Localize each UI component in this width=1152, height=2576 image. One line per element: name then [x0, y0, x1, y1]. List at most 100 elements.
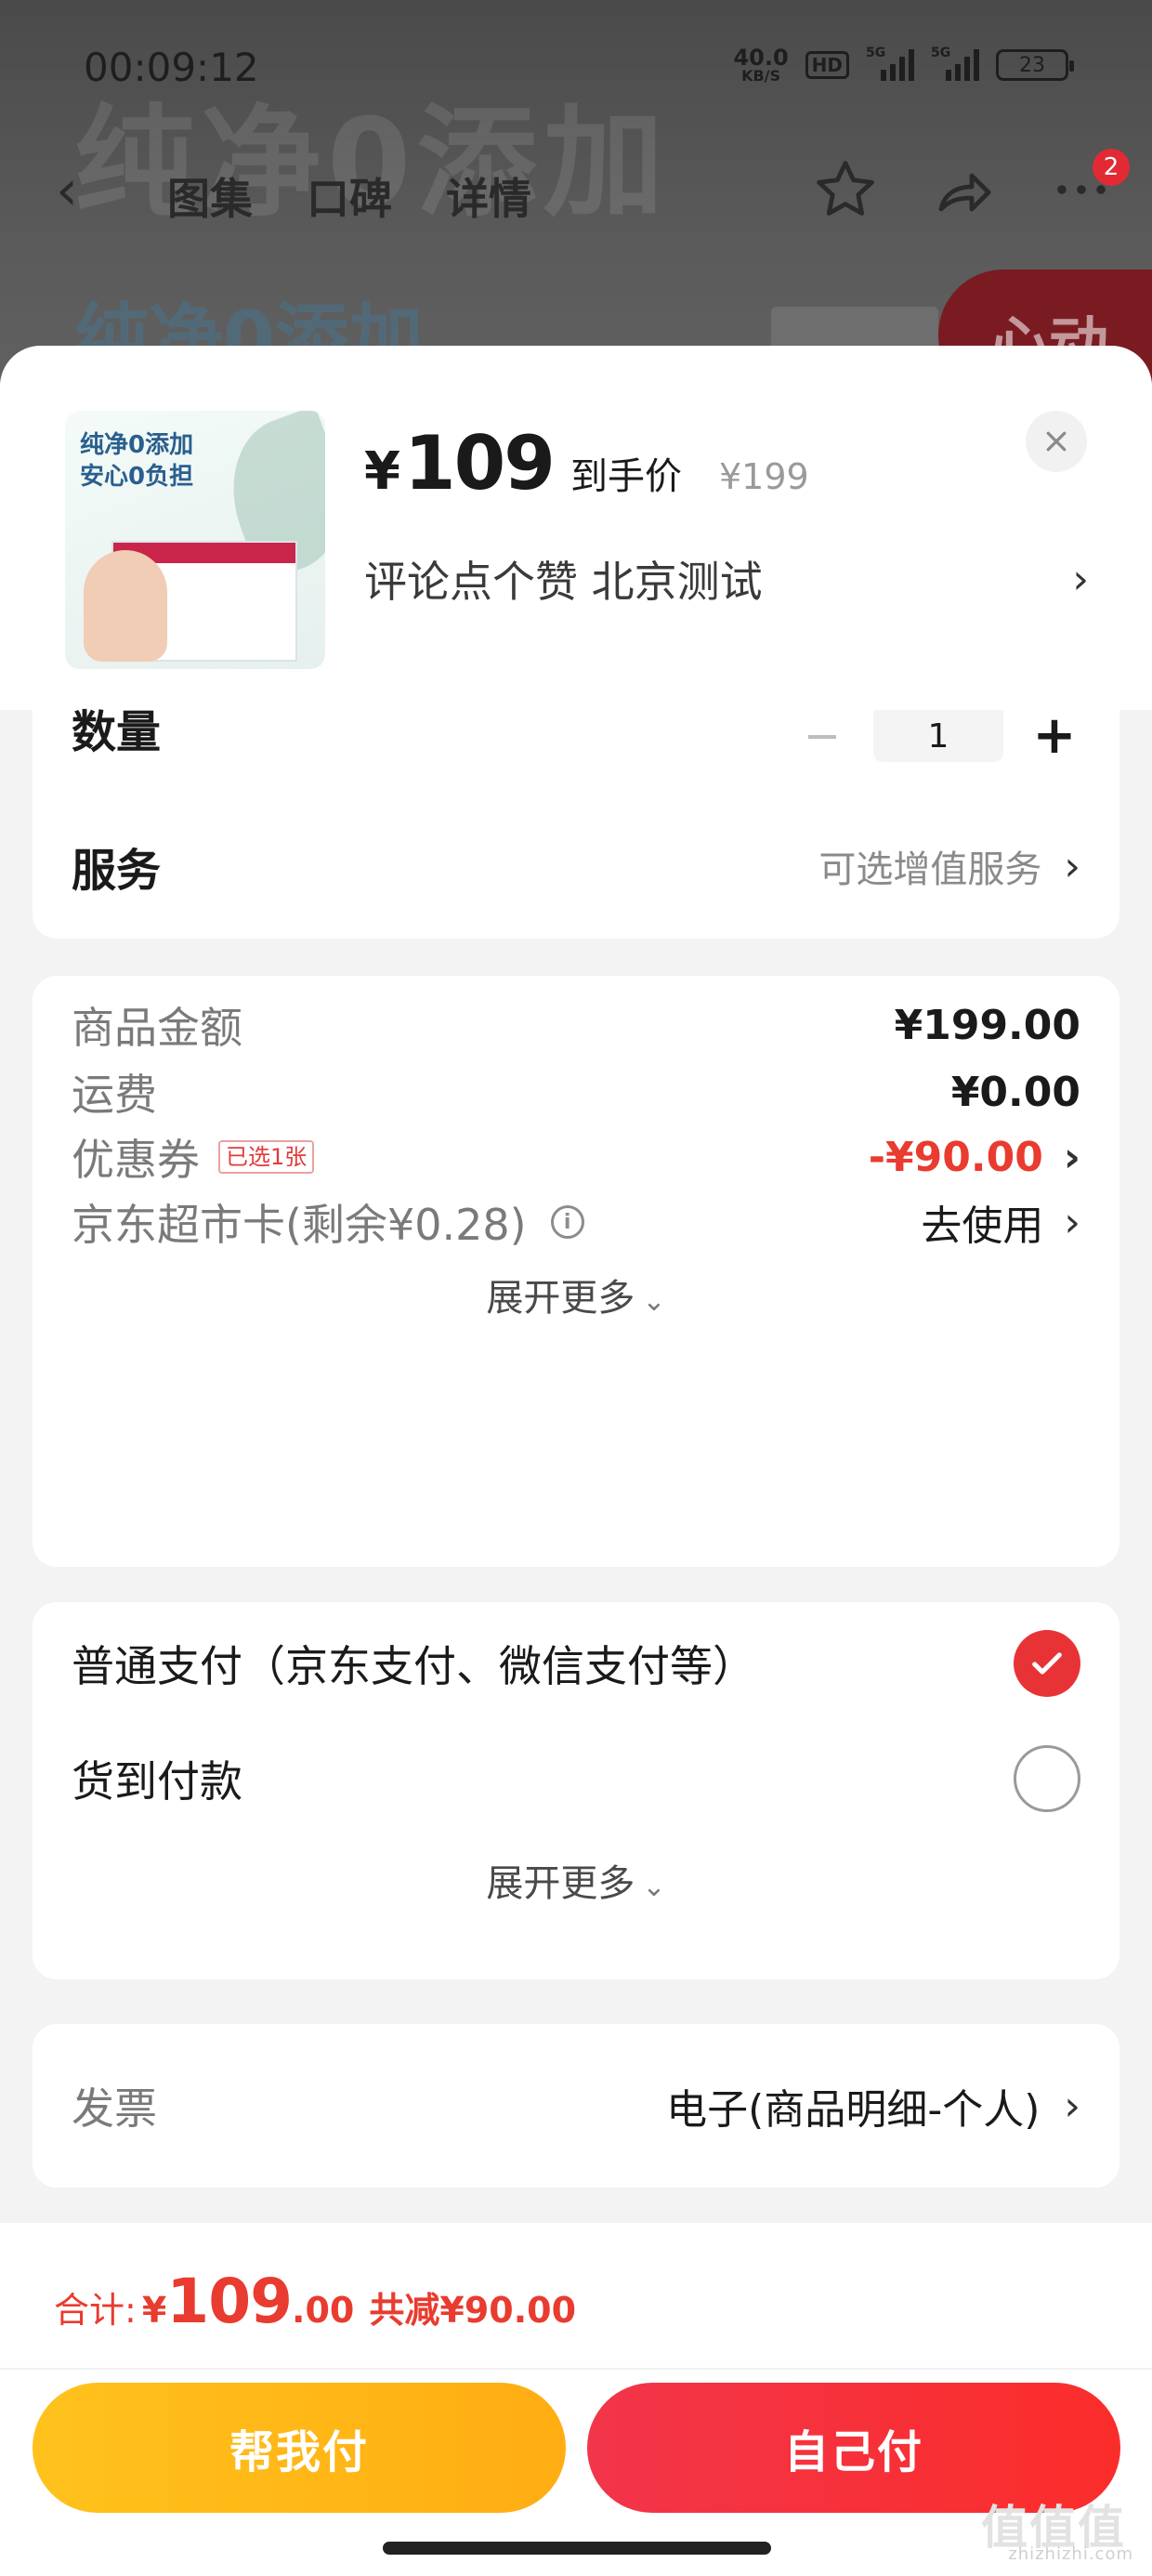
quantity-value[interactable]: 1	[873, 710, 1003, 762]
watermark-domain: zhizhizhi.com	[1008, 2544, 1133, 2564]
shipping-label: 运费	[72, 1070, 157, 1120]
supermarket-card-label-group: 京东超市卡(剩余¥0.28) i	[72, 1191, 584, 1253]
signal-label: 5G	[866, 46, 886, 60]
network-speed-unit: KB/S	[741, 67, 781, 85]
supermarket-card-action: 去使用 ›	[921, 1192, 1080, 1252]
quantity-label: 数量	[72, 706, 162, 758]
expand-more-fees[interactable]: 展开更多 ⌄	[33, 1268, 1119, 1321]
total-label: 合计:	[54, 2290, 137, 2331]
invoice-row[interactable]: 发票 电子(商品明细-个人) ›	[72, 2059, 1080, 2152]
total-savings: 共减¥90.00	[369, 2290, 577, 2331]
quantity-stepper: − 1 +	[799, 710, 1078, 762]
final-price-label: 到手价	[569, 455, 682, 498]
product-nav-bar: ‹ 图集 口碑 详情 2	[0, 139, 1152, 242]
expand-more-label: 展开更多	[486, 1862, 635, 1905]
nav-actions: 2	[812, 149, 1130, 223]
original-price: ¥199	[718, 456, 809, 497]
supermarket-card-label: 京东超市卡(剩余¥0.28)	[72, 1200, 527, 1250]
use-card-link[interactable]: 去使用	[921, 1192, 1043, 1252]
spec-text: 评论点个赞 北京测试	[364, 557, 763, 607]
invoice-value: 电子(商品明细-个人)	[666, 2086, 1041, 2134]
tab-reviews[interactable]: 口碑	[307, 165, 392, 227]
signal-icon-2: 5G	[931, 46, 979, 81]
service-row[interactable]: 服务 可选增值服务 ›	[72, 831, 1080, 901]
invoice-label: 发票	[72, 2083, 157, 2134]
back-icon[interactable]: ‹	[56, 158, 78, 223]
signal-label-2: 5G	[931, 46, 951, 60]
thumbnail-line-1: 纯净0添加	[80, 431, 194, 459]
increase-button[interactable]: +	[1031, 710, 1078, 762]
payment-option-cod[interactable]: 货到付款	[72, 1732, 1080, 1825]
coupon-label-group: 优惠券 已选1张	[72, 1126, 315, 1188]
quantity-service-card: 数量 − 1 + 服务 可选增值服务 ›	[33, 710, 1119, 939]
payment-method-card: 普通支付（京东支付、微信支付等） 货到付款 展开更多 ⌄	[33, 1602, 1119, 1979]
expand-more-payment[interactable]: 展开更多 ⌄	[33, 1853, 1119, 1907]
share-icon[interactable]	[930, 156, 997, 223]
payment-option-normal[interactable]: 普通支付（京东支付、微信支付等）	[72, 1617, 1080, 1710]
star-icon[interactable]	[812, 156, 879, 223]
radio-checked-icon[interactable]	[1014, 1630, 1080, 1697]
network-speed: 40.0 KB/S	[733, 46, 788, 84]
battery-level: 23	[1019, 53, 1045, 77]
info-icon[interactable]: i	[550, 1205, 584, 1239]
total-amount-integer: 109	[166, 2266, 293, 2337]
home-indicator[interactable]	[383, 2542, 771, 2555]
network-speed-value: 40.0	[733, 45, 789, 71]
product-summary: 纯净0添加 安心0负担 ¥ 109 到手价 ¥199 评论点个赞 北京测试 ›	[0, 346, 1152, 710]
goods-amount-value: ¥199.00	[894, 1001, 1080, 1049]
product-thumbnail[interactable]: 纯净0添加 安心0负担	[65, 411, 325, 669]
decrease-button[interactable]: −	[799, 714, 845, 758]
thumbnail-headline: 纯净0添加 安心0负担	[80, 429, 193, 493]
checkout-bar: 合计: ¥ 109 .00 共减¥90.00 帮我付 自己付	[0, 2223, 1152, 2576]
coupon-selected-badge: 已选1张	[218, 1140, 315, 1174]
total-currency: ¥	[141, 2290, 167, 2331]
service-value-text: 可选增值服务	[818, 848, 1042, 891]
order-total: 合计: ¥ 109 .00 共减¥90.00	[54, 2266, 576, 2337]
close-icon	[1046, 431, 1067, 452]
price-currency: ¥	[364, 441, 400, 502]
more-menu[interactable]: 2	[1048, 149, 1130, 223]
chevron-right-icon: ›	[1064, 1198, 1080, 1246]
signal-icon: 5G	[866, 46, 914, 81]
expand-more-label: 展开更多	[486, 1277, 635, 1320]
baby-image	[84, 550, 167, 662]
tab-gallery[interactable]: 图集	[167, 165, 253, 227]
chevron-right-icon: ›	[1063, 1133, 1080, 1181]
radio-unchecked-icon[interactable]	[1014, 1745, 1080, 1812]
hd-icon: HD	[805, 51, 849, 79]
invoice-value-group: 电子(商品明细-个人) ›	[666, 2076, 1080, 2136]
tab-details[interactable]: 详情	[446, 165, 531, 227]
notification-badge: 2	[1093, 149, 1130, 186]
payment-option-cod-label: 货到付款	[72, 1756, 242, 1807]
goods-amount-label: 商品金额	[72, 1003, 242, 1053]
divider	[0, 2368, 1152, 2370]
status-indicators: 40.0 KB/S HD 5G 5G 23	[733, 46, 1074, 84]
thumbnail-line-2: 安心0负担	[80, 463, 194, 491]
status-time: 00:09:12	[84, 45, 259, 90]
coupon-label: 优惠券	[72, 1135, 200, 1185]
background-product-page: 纯净0添加 纯净0添加 心动 00:09:12 40.0 KB/S HD 5G …	[0, 0, 1152, 390]
chevron-right-icon: ›	[1064, 2082, 1080, 2130]
battery-icon: 23	[996, 49, 1074, 81]
chevron-right-icon: ›	[1064, 842, 1080, 890]
checkmark-icon	[1032, 1652, 1062, 1675]
product-tabs: 图集 口碑 详情	[167, 165, 531, 227]
shipping-value: ¥0.00	[950, 1068, 1080, 1116]
coupon-value: -¥90.00	[868, 1133, 1043, 1181]
price-row: ¥ 109 到手价 ¥199	[364, 420, 809, 506]
price-breakdown-card: 商品金额 ¥199.00 运费 ¥0.00 优惠券 已选1张 -¥90.00 ›…	[33, 976, 1119, 1567]
payment-option-normal-label: 普通支付（京东支付、微信支付等）	[72, 1641, 755, 1691]
coupon-value-group: -¥90.00 ›	[869, 1134, 1080, 1181]
chevron-down-icon: ⌄	[642, 1285, 666, 1318]
invoice-card[interactable]: 发票 电子(商品明细-个人) ›	[33, 2024, 1119, 2188]
help-me-pay-button[interactable]: 帮我付	[33, 2383, 566, 2513]
chevron-right-icon: ›	[1072, 555, 1089, 603]
status-bar: 00:09:12 40.0 KB/S HD 5G 5G 23	[0, 0, 1152, 139]
service-value: 可选增值服务 ›	[818, 839, 1080, 893]
service-label: 服务	[72, 845, 162, 897]
spec-selector[interactable]: 评论点个赞 北京测试 ›	[364, 548, 1089, 610]
total-amount-decimal: .00	[292, 2290, 355, 2331]
close-button[interactable]	[1026, 411, 1087, 472]
supermarket-card-row[interactable]: 京东超市卡(剩余¥0.28) i 去使用 ›	[72, 1180, 1080, 1264]
final-price: 109	[403, 420, 556, 506]
